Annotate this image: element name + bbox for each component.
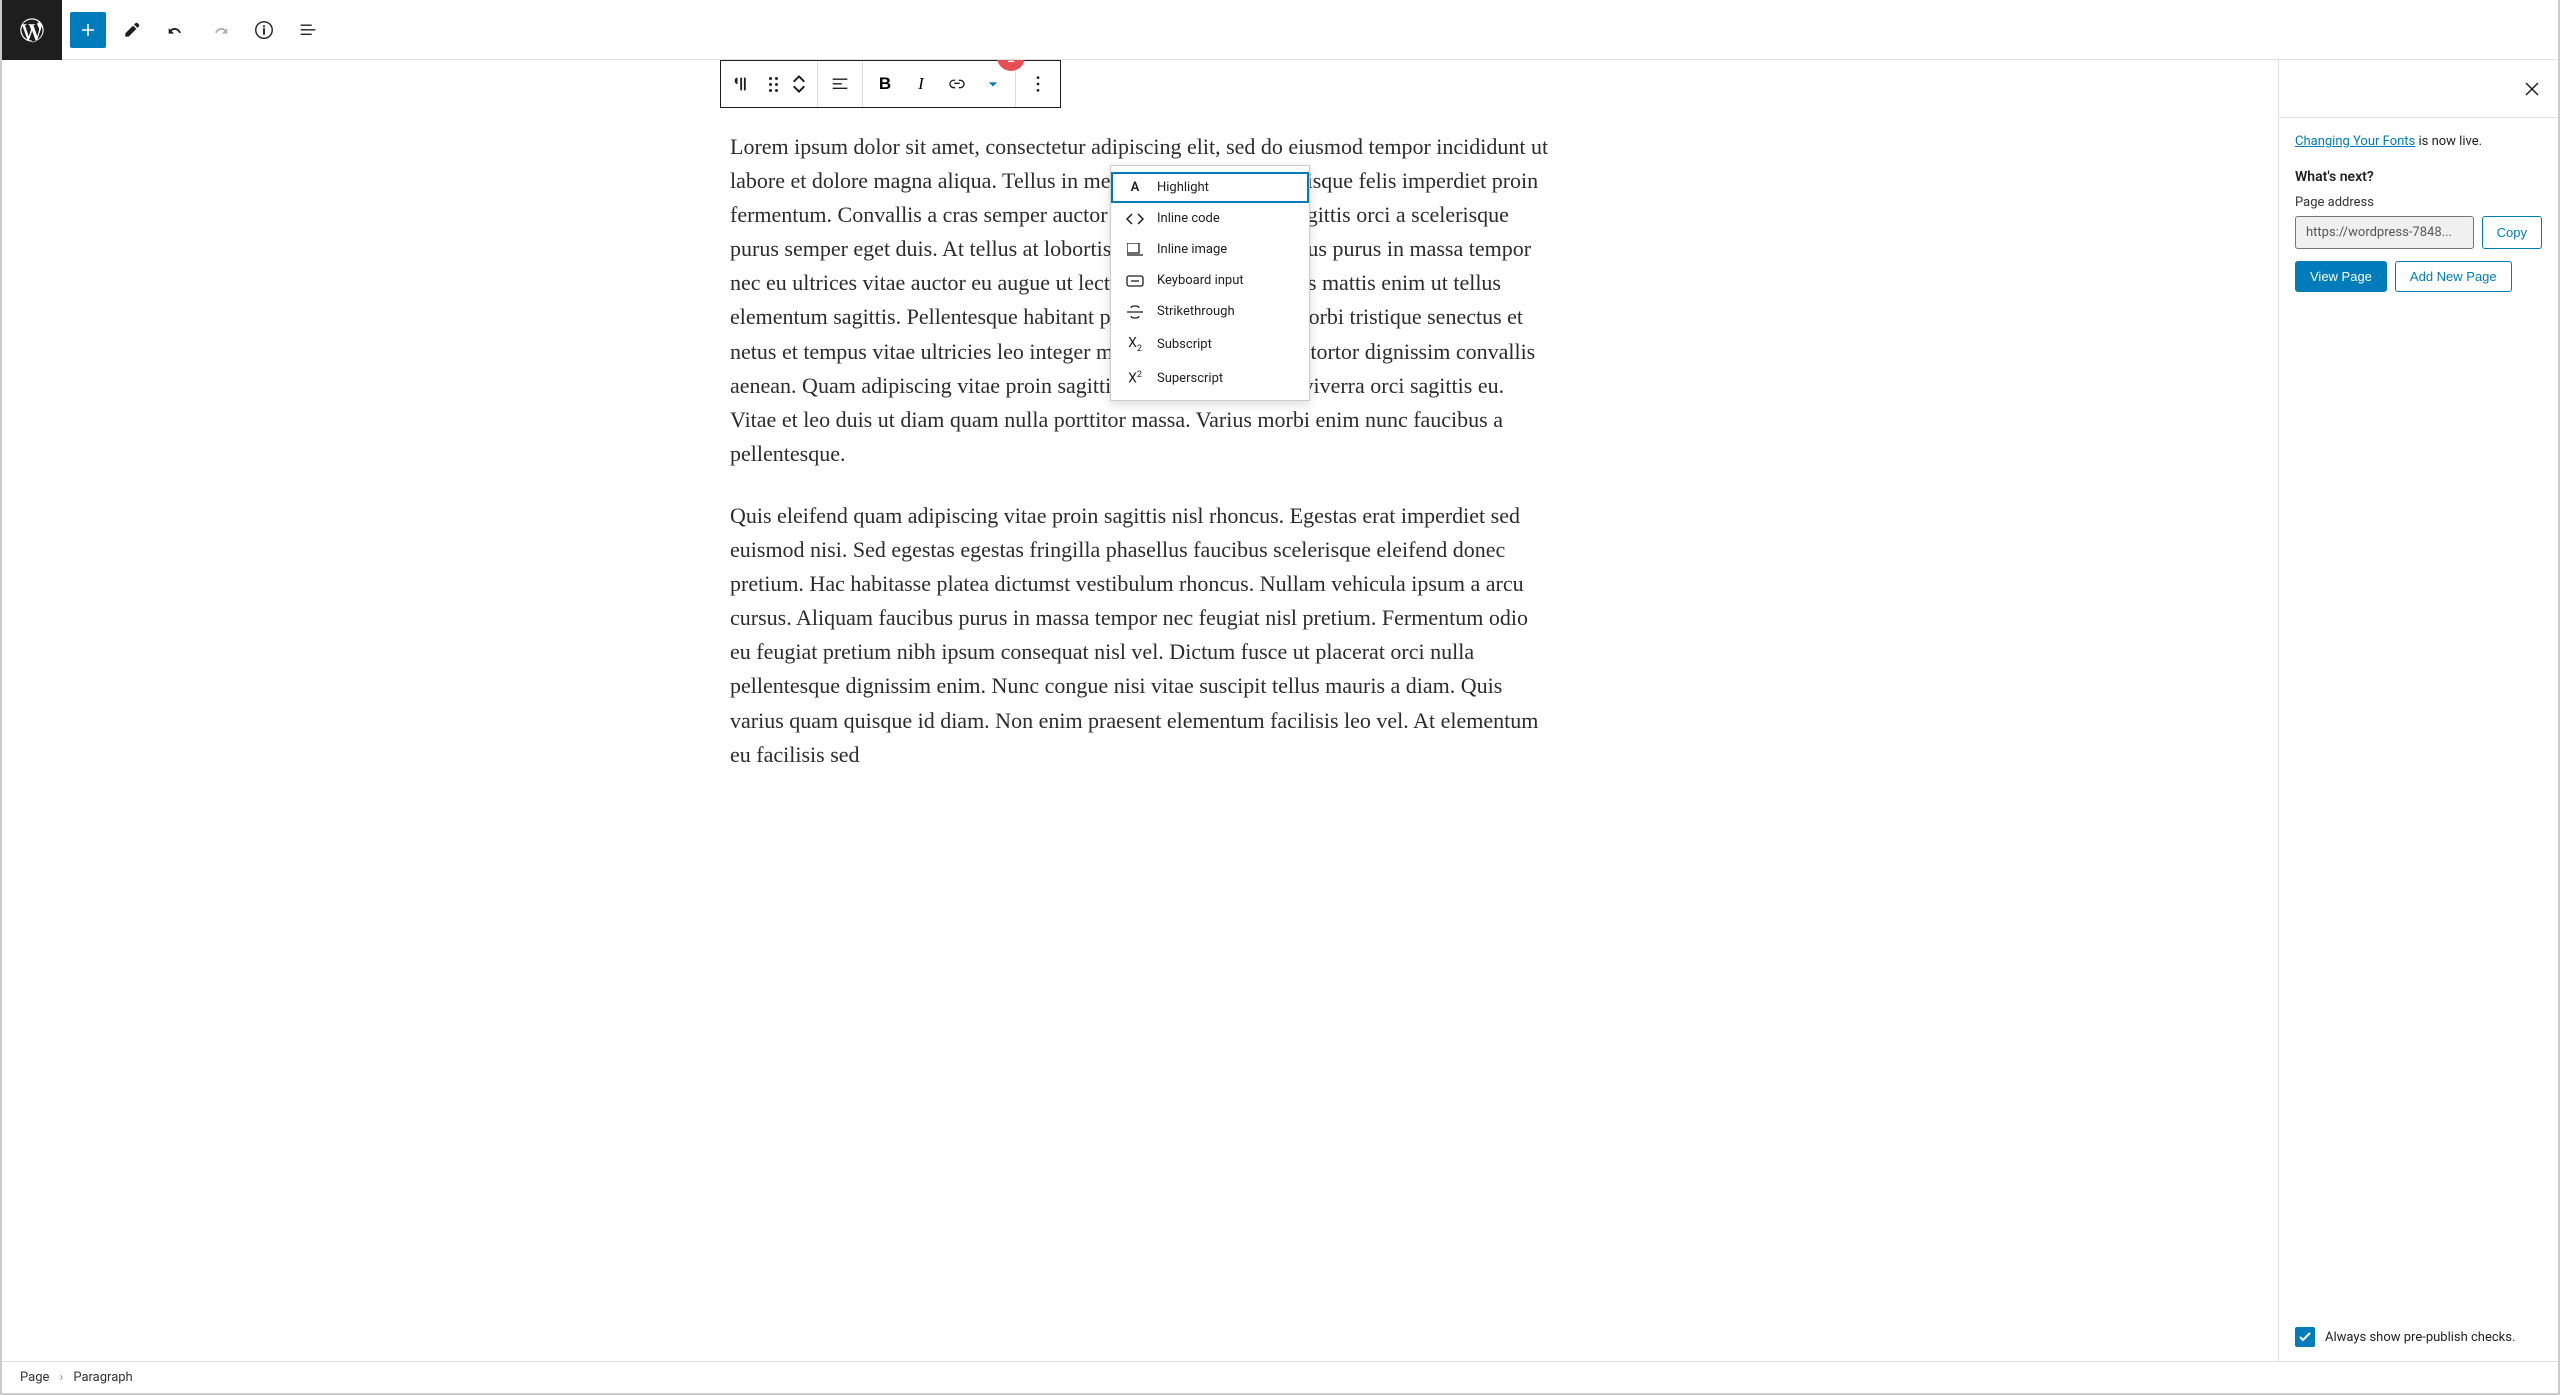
breadcrumb-root[interactable]: Page: [20, 1370, 49, 1385]
edit-tool-button[interactable]: [114, 12, 150, 48]
paragraph-block-2[interactable]: Quis eleifend quam adipiscing vitae proi…: [720, 499, 1560, 772]
dd-keyboard-input[interactable]: Keyboard input: [1111, 265, 1309, 296]
dd-inline-image[interactable]: Inline image: [1111, 234, 1309, 265]
editor-canvas: B I 1 A Highlight: [2, 60, 2278, 1361]
link-button[interactable]: [939, 61, 975, 107]
strikethrough-icon: [1125, 305, 1145, 319]
dd-label: Inline image: [1157, 242, 1227, 257]
undo-button[interactable]: [158, 12, 194, 48]
dd-label: Highlight: [1157, 180, 1209, 195]
settings-sidebar: Changing Your Fonts is now live. What's …: [2278, 60, 2558, 1361]
more-format-button[interactable]: 1: [975, 61, 1011, 107]
publish-notice-suffix: is now live.: [2415, 134, 2482, 149]
chevron-right-icon: ›: [59, 1370, 63, 1385]
outline-button[interactable]: [290, 12, 326, 48]
keyboard-icon: [1125, 275, 1145, 287]
align-button[interactable]: [822, 61, 858, 107]
move-arrows[interactable]: [785, 61, 813, 107]
page-address-input[interactable]: https://wordpress-7848...: [2295, 216, 2474, 249]
code-icon: [1125, 212, 1145, 226]
prepublish-checkbox[interactable]: [2295, 1327, 2315, 1347]
whats-next-heading: What's next?: [2295, 169, 2542, 185]
subscript-icon: X2: [1125, 335, 1145, 354]
view-page-button[interactable]: View Page: [2295, 261, 2387, 292]
copy-button[interactable]: Copy: [2482, 216, 2542, 249]
breadcrumb: Page › Paragraph: [2, 1361, 2558, 1393]
top-toolbar: [2, 0, 2558, 60]
dd-strikethrough[interactable]: Strikethrough: [1111, 296, 1309, 327]
dd-highlight[interactable]: A Highlight: [1111, 172, 1309, 203]
page-address-label: Page address: [2295, 195, 2542, 210]
publish-notice: Changing Your Fonts is now live.: [2295, 134, 2542, 149]
dd-label: Superscript: [1157, 371, 1223, 386]
block-options-button[interactable]: [1020, 61, 1056, 107]
dd-label: Keyboard input: [1157, 273, 1244, 288]
image-icon: [1125, 243, 1145, 257]
publish-notice-link[interactable]: Changing Your Fonts: [2295, 134, 2415, 149]
dd-label: Subscript: [1157, 337, 1212, 352]
prepublish-label: Always show pre-publish checks.: [2325, 1330, 2515, 1345]
dd-subscript[interactable]: X2 Subscript: [1111, 327, 1309, 362]
dd-superscript[interactable]: X2 Superscript: [1111, 362, 1309, 395]
bold-button[interactable]: B: [867, 61, 903, 107]
info-button[interactable]: [246, 12, 282, 48]
add-block-button[interactable]: [70, 12, 106, 48]
italic-button[interactable]: I: [903, 61, 939, 107]
format-dropdown: A Highlight Inline code Inline image Key…: [1110, 165, 1310, 401]
close-sidebar-button[interactable]: [2520, 77, 2544, 101]
dd-inline-code[interactable]: Inline code: [1111, 203, 1309, 234]
letter-a-icon: A: [1125, 180, 1145, 195]
superscript-icon: X2: [1125, 370, 1145, 387]
block-type-button[interactable]: [725, 61, 761, 107]
add-new-page-button[interactable]: Add New Page: [2395, 261, 2512, 292]
breadcrumb-current[interactable]: Paragraph: [73, 1370, 132, 1385]
redo-button[interactable]: [202, 12, 238, 48]
block-toolbar: B I 1: [720, 60, 1061, 108]
drag-handle[interactable]: [761, 61, 785, 107]
dd-label: Inline code: [1157, 211, 1220, 226]
wordpress-logo[interactable]: [2, 0, 62, 60]
dd-label: Strikethrough: [1157, 304, 1235, 319]
